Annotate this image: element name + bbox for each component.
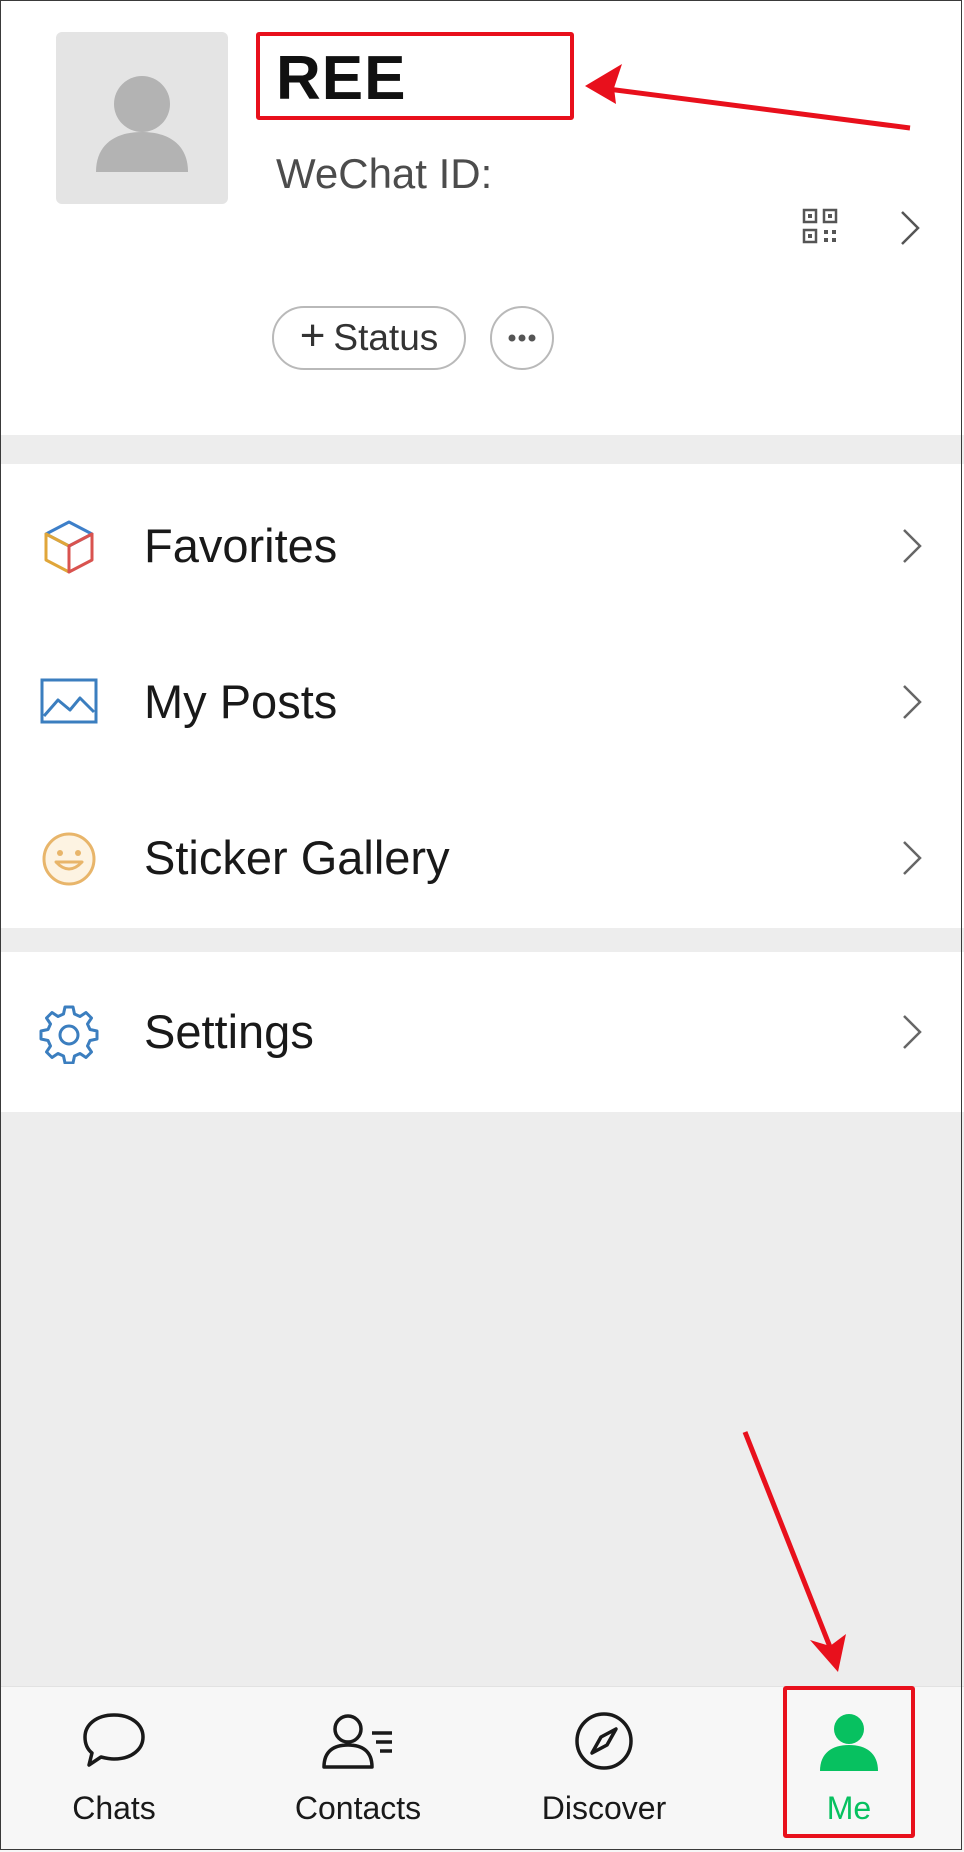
tab-label: Chats — [72, 1790, 156, 1826]
menu-group-settings: Settings — [0, 952, 964, 1112]
gear-icon — [39, 1005, 99, 1064]
contacts-icon — [322, 1714, 392, 1769]
menu-item-favorites[interactable]: Favorites — [0, 476, 964, 616]
tab-contacts[interactable]: Contacts — [268, 1687, 448, 1847]
profile-name: REE — [276, 44, 407, 113]
menu-item-label: My Posts — [144, 675, 338, 728]
menu-item-label: Favorites — [144, 519, 338, 572]
plus-icon: + — [299, 311, 326, 360]
chevron-right-icon — [903, 1015, 922, 1049]
favorites-cube-icon — [44, 520, 94, 574]
more-options-button[interactable] — [490, 306, 554, 370]
annotation-arrow-me-tab — [742, 1431, 846, 1672]
qr-code-icon[interactable] — [802, 208, 838, 244]
avatar[interactable] — [56, 32, 228, 204]
status-button-label: Status — [333, 317, 439, 358]
menu-group-main: Favorites My Posts Sticker Gallery — [0, 464, 964, 928]
tab-chats[interactable]: Chats — [24, 1687, 204, 1847]
profile-chevron-right-icon[interactable] — [898, 208, 922, 248]
menu-item-label: Sticker Gallery — [144, 831, 450, 884]
chevron-right-icon — [903, 529, 922, 563]
smiley-face-icon — [42, 832, 96, 886]
chevron-right-icon — [903, 841, 922, 875]
default-avatar-icon — [96, 76, 188, 172]
tab-label: Contacts — [294, 1790, 422, 1826]
compass-icon — [575, 1712, 633, 1770]
ellipsis-icon — [508, 334, 536, 342]
menu-item-sticker-gallery[interactable]: Sticker Gallery — [0, 788, 964, 928]
me-tab-highlight-box — [783, 1686, 915, 1838]
chevron-right-icon — [903, 685, 922, 719]
tab-discover[interactable]: Discover — [514, 1687, 694, 1847]
image-frame-icon — [40, 678, 98, 724]
tab-label: Discover — [541, 1790, 667, 1826]
wechat-id-label: WeChat ID: — [276, 150, 493, 197]
menu-item-label: Settings — [144, 1005, 314, 1058]
chat-bubble-icon — [83, 1713, 145, 1767]
menu-item-my-posts[interactable]: My Posts — [0, 632, 964, 772]
menu-item-settings[interactable]: Settings — [0, 962, 964, 1102]
profile-header[interactable]: REE WeChat ID: + Status — [0, 0, 964, 435]
add-status-button[interactable]: + Status — [272, 306, 466, 370]
